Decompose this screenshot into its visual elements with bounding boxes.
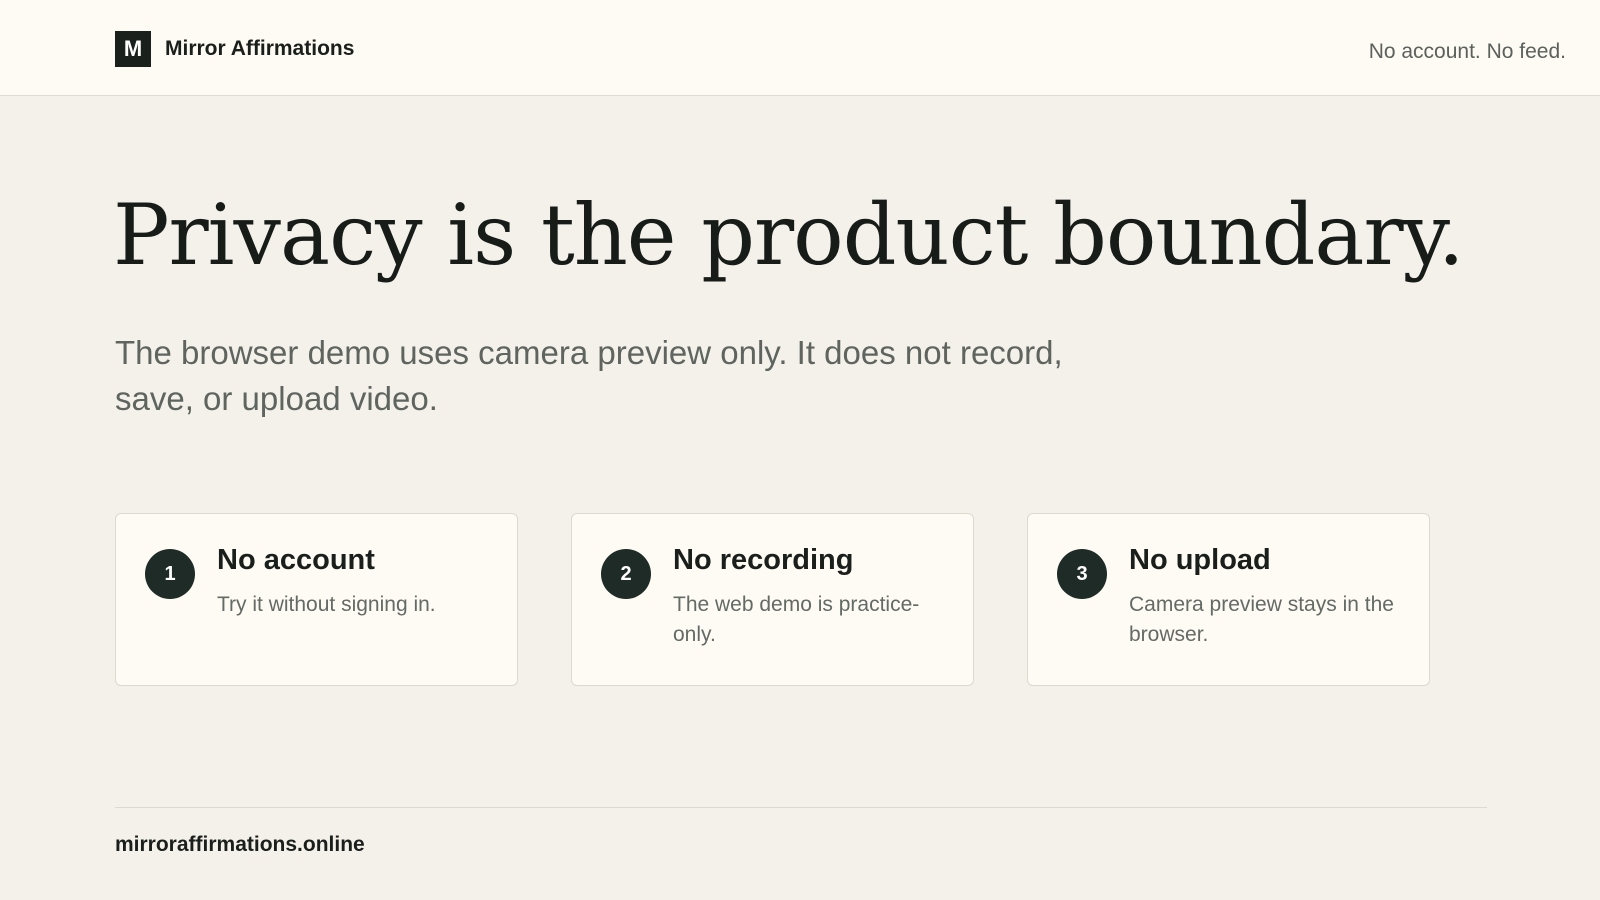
brand-link[interactable]: M Mirror Affirmations [115, 31, 354, 67]
site-header: M Mirror Affirmations No account. No fee… [0, 0, 1600, 96]
card-no-upload: 3 No upload Camera preview stays in the … [1027, 513, 1430, 686]
card-description: Camera preview stays in the browser. [1129, 593, 1394, 646]
step-number-badge: 3 [1057, 549, 1107, 599]
card-title: No account [217, 544, 375, 576]
brand-name: Mirror Affirmations [165, 37, 355, 60]
logo-mark: M [115, 31, 151, 67]
card-description: The web demo is practice-only. [673, 593, 920, 646]
card-title: No upload [1129, 544, 1271, 576]
card-no-recording: 2 No recording The web demo is practice-… [571, 513, 974, 686]
header-tagline: No account. No feed. [1368, 40, 1566, 63]
footer-domain-link[interactable]: mirroraffirmations.online [115, 833, 365, 857]
step-number-badge: 2 [601, 549, 651, 599]
step-number-badge: 1 [145, 549, 195, 599]
card-no-account: 1 No account Try it without signing in. [115, 513, 518, 686]
card-title: No recording [673, 544, 854, 576]
hero-subtitle: The browser demo uses camera preview onl… [115, 334, 1063, 417]
card-description: Try it without signing in. [217, 593, 436, 616]
footer-divider [115, 807, 1487, 808]
hero-title: Privacy is the product boundary. [113, 186, 1465, 284]
privacy-cards: 1 No account Try it without signing in. … [115, 513, 1430, 686]
